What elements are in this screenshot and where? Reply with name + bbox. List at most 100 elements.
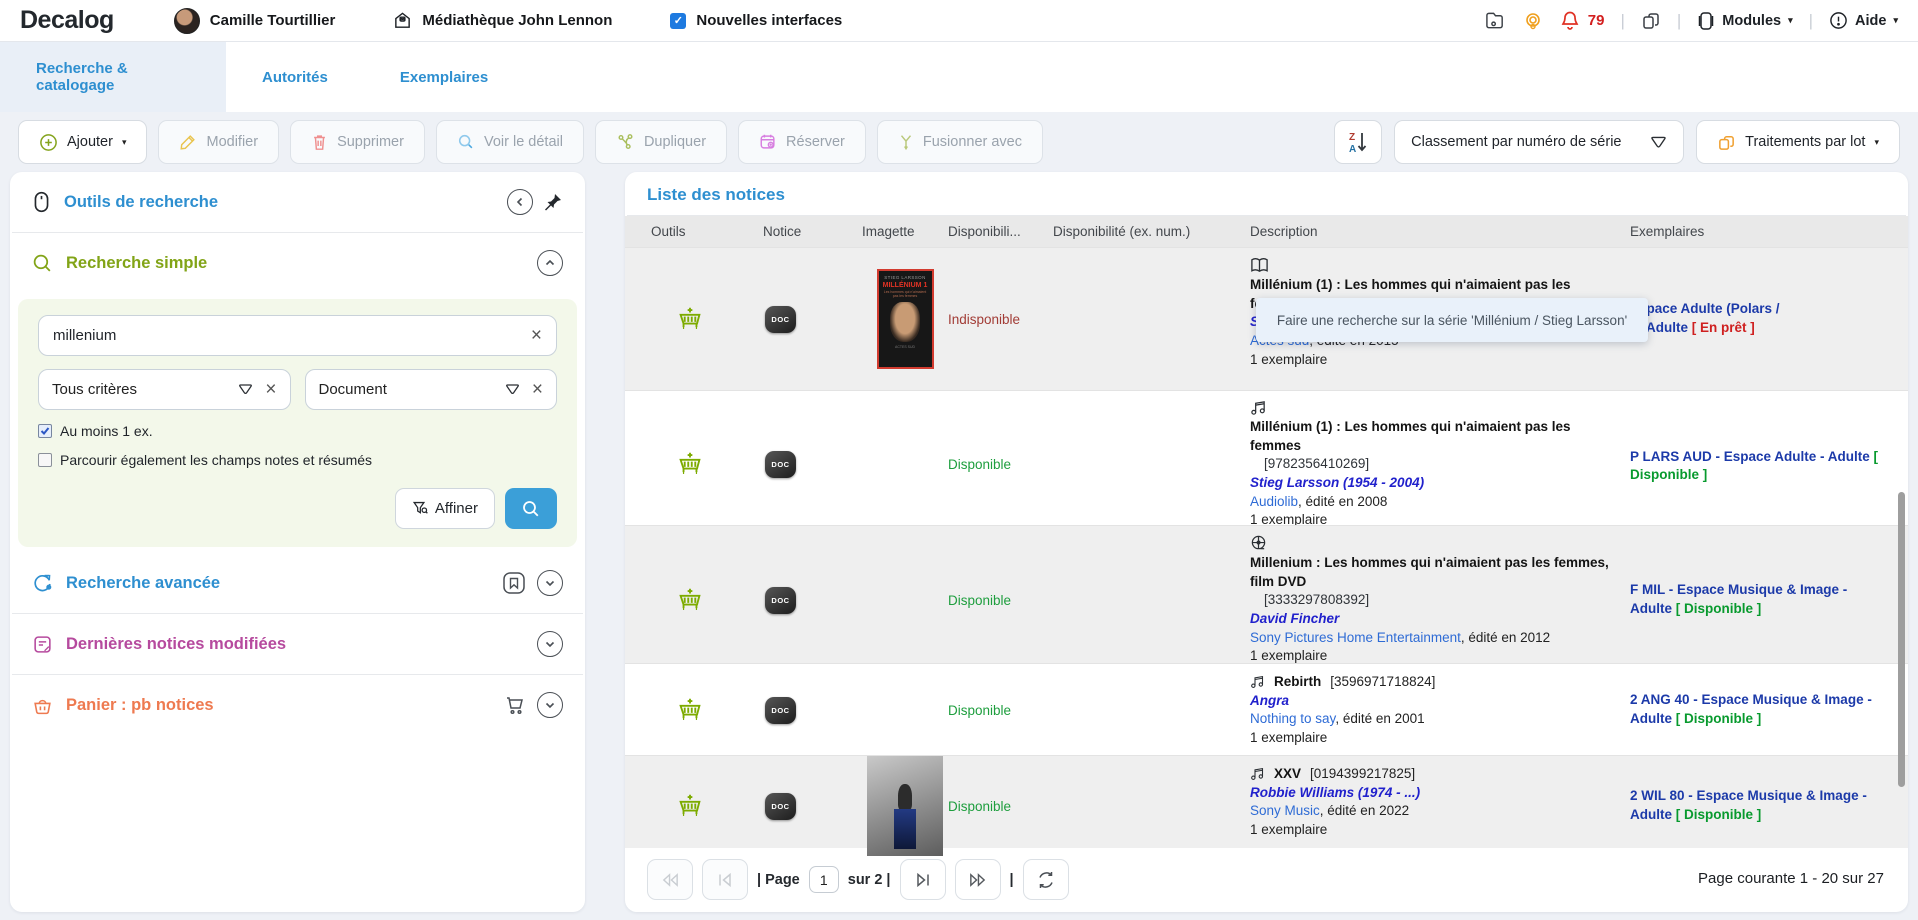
col-notice: Notice (763, 224, 862, 239)
assistance-icon[interactable] (1522, 10, 1544, 32)
expand-section-button[interactable] (537, 692, 563, 718)
doctype-select[interactable]: Document × (305, 369, 558, 410)
tab-exemplaires[interactable]: Exemplaires (364, 42, 524, 112)
tab-autorites[interactable]: Autorités (226, 42, 364, 112)
notification-count: 79 (1588, 12, 1605, 29)
sort-button[interactable]: Z A (1334, 120, 1382, 164)
modifier-button[interactable]: Modifier (158, 120, 279, 164)
edition-info: , édité en 2022 (1320, 803, 1409, 818)
ajouter-button[interactable]: Ajouter ▾ (18, 120, 147, 164)
table-row: DOC Disponible Millenium : Les hommes qu… (625, 525, 1908, 663)
description-cell: Millénium (1) : Les hommes qui n'aimaien… (1250, 391, 1630, 539)
author-link[interactable]: David Fincher (1250, 611, 1339, 626)
pin-icon[interactable] (543, 192, 563, 212)
new-interfaces-toggle[interactable]: ✓ Nouvelles interfaces (670, 12, 842, 29)
publisher-link[interactable]: Sony Music (1250, 803, 1320, 818)
modules-label: Modules (1722, 13, 1781, 29)
clear-criteria-icon[interactable]: × (265, 380, 276, 399)
scrollbar-thumb[interactable] (1898, 492, 1905, 787)
library-name: Médiathèque John Lennon (422, 12, 612, 29)
cart-icon[interactable] (503, 693, 527, 717)
reserver-button[interactable]: Réserver (738, 120, 866, 164)
next-page-button[interactable] (900, 859, 946, 900)
doctype-value: Document (319, 381, 493, 398)
classement-select[interactable]: Classement par numéro de série (1394, 120, 1684, 164)
bookmark-square-icon[interactable] (501, 570, 527, 596)
search-submit-button[interactable] (505, 488, 557, 529)
exemplaire-status: [ En prêt ] (1692, 320, 1755, 335)
publisher-link[interactable]: Audiolib (1250, 494, 1298, 509)
author-link[interactable]: Robbie Williams (1974 - ...) (1250, 785, 1420, 800)
expand-section-button[interactable] (537, 631, 563, 657)
publisher-link[interactable]: Nothing to say (1250, 711, 1335, 726)
help-menu[interactable]: Aide ▾ (1829, 11, 1898, 30)
book-cover-thumbnail[interactable]: STIEG LARSSON MILLÉNIUM 1 Les hommes qui… (877, 269, 934, 369)
exemplaire-link[interactable]: P LARS AUD - Espace Adulte - Adulte (1630, 449, 1870, 464)
fusionner-button[interactable]: Fusionner avec (877, 120, 1043, 164)
page-number-input[interactable] (809, 866, 839, 893)
panier-header[interactable]: Panier : pb notices (10, 675, 585, 735)
library-menu[interactable]: Médiathèque John Lennon (393, 11, 612, 30)
doc-badge[interactable]: DOC (765, 451, 796, 478)
doc-badge[interactable]: DOC (765, 587, 796, 614)
checkbox-checked-icon[interactable]: ✓ (670, 13, 686, 29)
notice-title: Millenium : Les hommes qui n'aimaient pa… (1250, 554, 1620, 591)
album-cover-thumbnail[interactable] (867, 756, 943, 856)
clear-search-icon[interactable]: × (531, 326, 542, 345)
dernieres-notices-header[interactable]: Dernières notices modifiées (10, 614, 585, 674)
cover-art (890, 302, 920, 342)
user-avatar[interactable] (174, 8, 200, 34)
search-input[interactable] (53, 327, 531, 344)
affiner-button[interactable]: Affiner (395, 488, 495, 529)
author-link[interactable]: Angra (1250, 693, 1289, 708)
voir-detail-button[interactable]: Voir le détail (436, 120, 584, 164)
add-to-cart-icon[interactable] (677, 451, 703, 478)
fast-forward-pages-button[interactable] (955, 859, 1001, 900)
publisher-link[interactable]: Sony Pictures Home Entertainment (1250, 630, 1461, 645)
criteria-select[interactable]: Tous critères × (38, 369, 291, 410)
doc-badge[interactable]: DOC (765, 793, 796, 820)
doc-badge[interactable]: DOC (765, 697, 796, 724)
availability-num (1053, 391, 1250, 539)
tab-recherche-catalogage[interactable]: Recherche & catalogage (0, 42, 226, 112)
clear-doctype-icon[interactable]: × (532, 380, 543, 399)
au-moins-checkbox[interactable] (38, 424, 52, 438)
notices-list-panel: Liste des notices Outils Notice Imagette… (625, 172, 1908, 912)
traitements-par-lot-button[interactable]: Traitements par lot ▾ (1696, 120, 1900, 164)
dernieres-notices-title: Dernières notices modifiées (66, 635, 286, 654)
refresh-button[interactable] (1023, 859, 1069, 900)
collapse-panel-button[interactable] (507, 189, 533, 215)
add-to-cart-icon[interactable] (677, 306, 703, 333)
dupliquer-button[interactable]: Dupliquer (595, 120, 727, 164)
modules-menu[interactable]: Modules ▾ (1697, 11, 1792, 31)
supprimer-button[interactable]: Supprimer (290, 120, 425, 164)
music-icon (1250, 675, 1265, 689)
notice-title: Millénium (1) : Les hommes qui n'aimaien… (1250, 418, 1620, 455)
notifications[interactable]: 79 (1560, 10, 1605, 31)
doc-badge[interactable]: DOC (765, 306, 796, 333)
recherche-simple-header[interactable]: Recherche simple (10, 233, 585, 293)
separator: | (1809, 11, 1813, 31)
user-menu[interactable]: Camille Tourtillier (174, 8, 336, 34)
add-to-cart-icon[interactable] (677, 587, 703, 614)
export-folder-icon[interactable] (1485, 11, 1506, 31)
music-icon (1250, 400, 1267, 416)
parcourir-checkbox[interactable] (38, 453, 52, 467)
simple-search-form: × Tous critères × Document × (18, 299, 577, 547)
link-pages-icon[interactable] (1641, 11, 1661, 31)
description-cell: Millenium : Les hommes qui n'aimaient pa… (1250, 526, 1630, 675)
collapse-section-button[interactable] (537, 250, 563, 276)
music-icon (1250, 767, 1265, 781)
add-to-cart-icon[interactable] (677, 697, 703, 724)
expand-section-button[interactable] (537, 570, 563, 596)
add-to-cart-icon[interactable] (677, 793, 703, 820)
first-page-button[interactable] (702, 859, 748, 900)
dupliquer-label: Dupliquer (644, 134, 706, 150)
rewind-pages-button[interactable] (647, 859, 693, 900)
exemplaires-cell: 2 ANG 40 - Espace Musique & Image - Adul… (1630, 664, 1890, 757)
author-link[interactable]: Stieg Larsson (1954 - 2004) (1250, 475, 1424, 490)
outils-de-recherche-header[interactable]: Outils de recherche (10, 172, 585, 232)
exemplaires-cell: F MIL - Espace Musique & Image - Adulte … (1630, 526, 1890, 675)
recherche-avancee-header[interactable]: Recherche avancée (10, 553, 585, 613)
edition-info: , édité en 2012 (1461, 630, 1550, 645)
